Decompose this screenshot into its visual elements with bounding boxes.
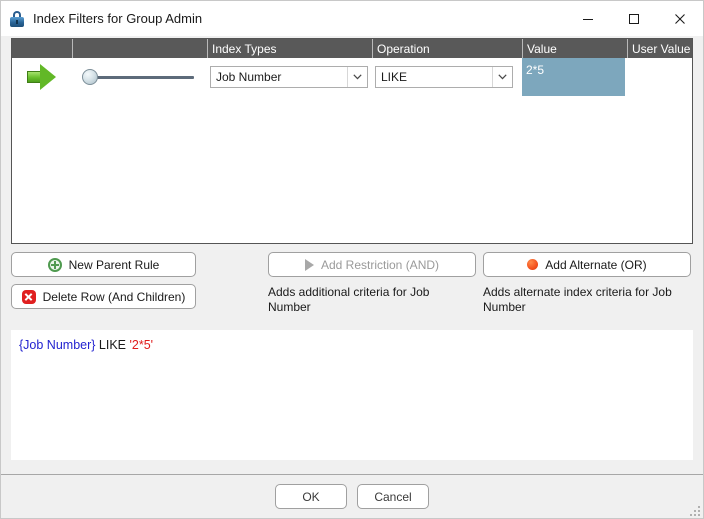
action-bar: New Parent Rule Delete Row (And Children… [11,252,693,322]
add-alternate-button[interactable]: Add Alternate (OR) [483,252,691,277]
delete-x-icon [21,289,36,304]
close-button[interactable] [657,1,703,36]
play-triangle-icon [304,258,314,271]
delete-row-button[interactable]: Delete Row (And Children) [11,284,196,309]
value-input[interactable]: 2*5 [522,58,625,96]
dialog-window: Index Filters for Group Admin Index Type… [0,0,704,519]
title-bar-left: Index Filters for Group Admin [1,1,565,36]
ok-button[interactable]: OK [275,484,347,509]
slider-track [90,76,194,79]
add-alternate-label: Add Alternate (OR) [545,257,647,272]
chevron-down-glyph [353,74,362,80]
grid-column-header-user-value[interactable]: User Value [627,39,692,58]
expression-field-token: {Job Number} [19,338,96,352]
green-arrow-icon [27,63,57,91]
row-indent-cell[interactable] [72,58,207,96]
filters-grid[interactable]: Index Types Operation Value User Value J… [11,38,693,244]
row-value-cell[interactable]: 2*5 [522,58,627,96]
add-alternate-hint: Adds alternate index criteria for Job Nu… [483,285,672,314]
dialog-footer: OK Cancel [1,475,703,518]
maximize-icon [629,13,639,24]
grid-header-row: Index Types Operation Value User Value [12,39,692,58]
window-controls [565,1,703,36]
row-marker-cell[interactable] [12,58,72,96]
operation-dropdown[interactable]: LIKE [375,66,513,88]
delete-row-label: Delete Row (And Children) [42,289,186,304]
expression-operator-token: LIKE [98,338,127,352]
expression-preview[interactable]: {Job Number} LIKE '2*5' [11,330,693,460]
table-row[interactable]: Job Number LIKE 2*5 [12,58,692,96]
slider-thumb[interactable] [82,69,98,85]
new-parent-rule-button[interactable]: New Parent Rule [11,252,196,277]
action-column-middle: Add Restriction (AND) Adds additional cr… [268,252,483,322]
resize-grip[interactable] [687,503,700,516]
index-type-value: Job Number [216,70,282,84]
title-bar: Index Filters for Group Admin [1,1,703,36]
minimize-icon [583,18,593,20]
indent-slider[interactable] [82,67,194,87]
operation-value: LIKE [381,70,408,84]
grid-column-header-operation[interactable]: Operation [372,39,522,58]
minimize-button[interactable] [565,1,611,36]
chevron-down-icon[interactable] [347,67,367,87]
action-column-right: Add Alternate (OR) Adds alternate index … [483,252,693,322]
footer-spacer [1,460,703,474]
orange-dot-icon [527,259,539,270]
new-parent-rule-label: New Parent Rule [68,257,160,272]
cancel-button[interactable]: Cancel [357,484,429,509]
plus-circle-icon [47,257,62,272]
row-operation-cell[interactable]: LIKE [372,58,522,96]
lock-icon [9,10,25,27]
maximize-button[interactable] [611,1,657,36]
chevron-down-icon[interactable] [492,67,512,87]
expression-value-token: '2*5' [129,338,154,352]
close-icon [675,13,685,24]
window-title: Index Filters for Group Admin [33,11,203,26]
row-index-type-cell[interactable]: Job Number [207,58,372,96]
grid-column-header-indent[interactable] [72,39,207,58]
add-restriction-label: Add Restriction (AND) [320,257,440,272]
add-restriction-hint: Adds additional criteria for Job Number [268,285,430,314]
chevron-down-glyph [498,74,507,80]
add-restriction-button[interactable]: Add Restriction (AND) [268,252,476,277]
grid-column-header-value[interactable]: Value [522,39,627,58]
action-column-left: New Parent Rule Delete Row (And Children… [11,252,268,322]
index-type-dropdown[interactable]: Job Number [210,66,368,88]
grid-column-header-marker[interactable] [12,39,72,58]
grid-column-header-index-types[interactable]: Index Types [207,39,372,58]
row-user-value-cell[interactable] [627,58,692,96]
